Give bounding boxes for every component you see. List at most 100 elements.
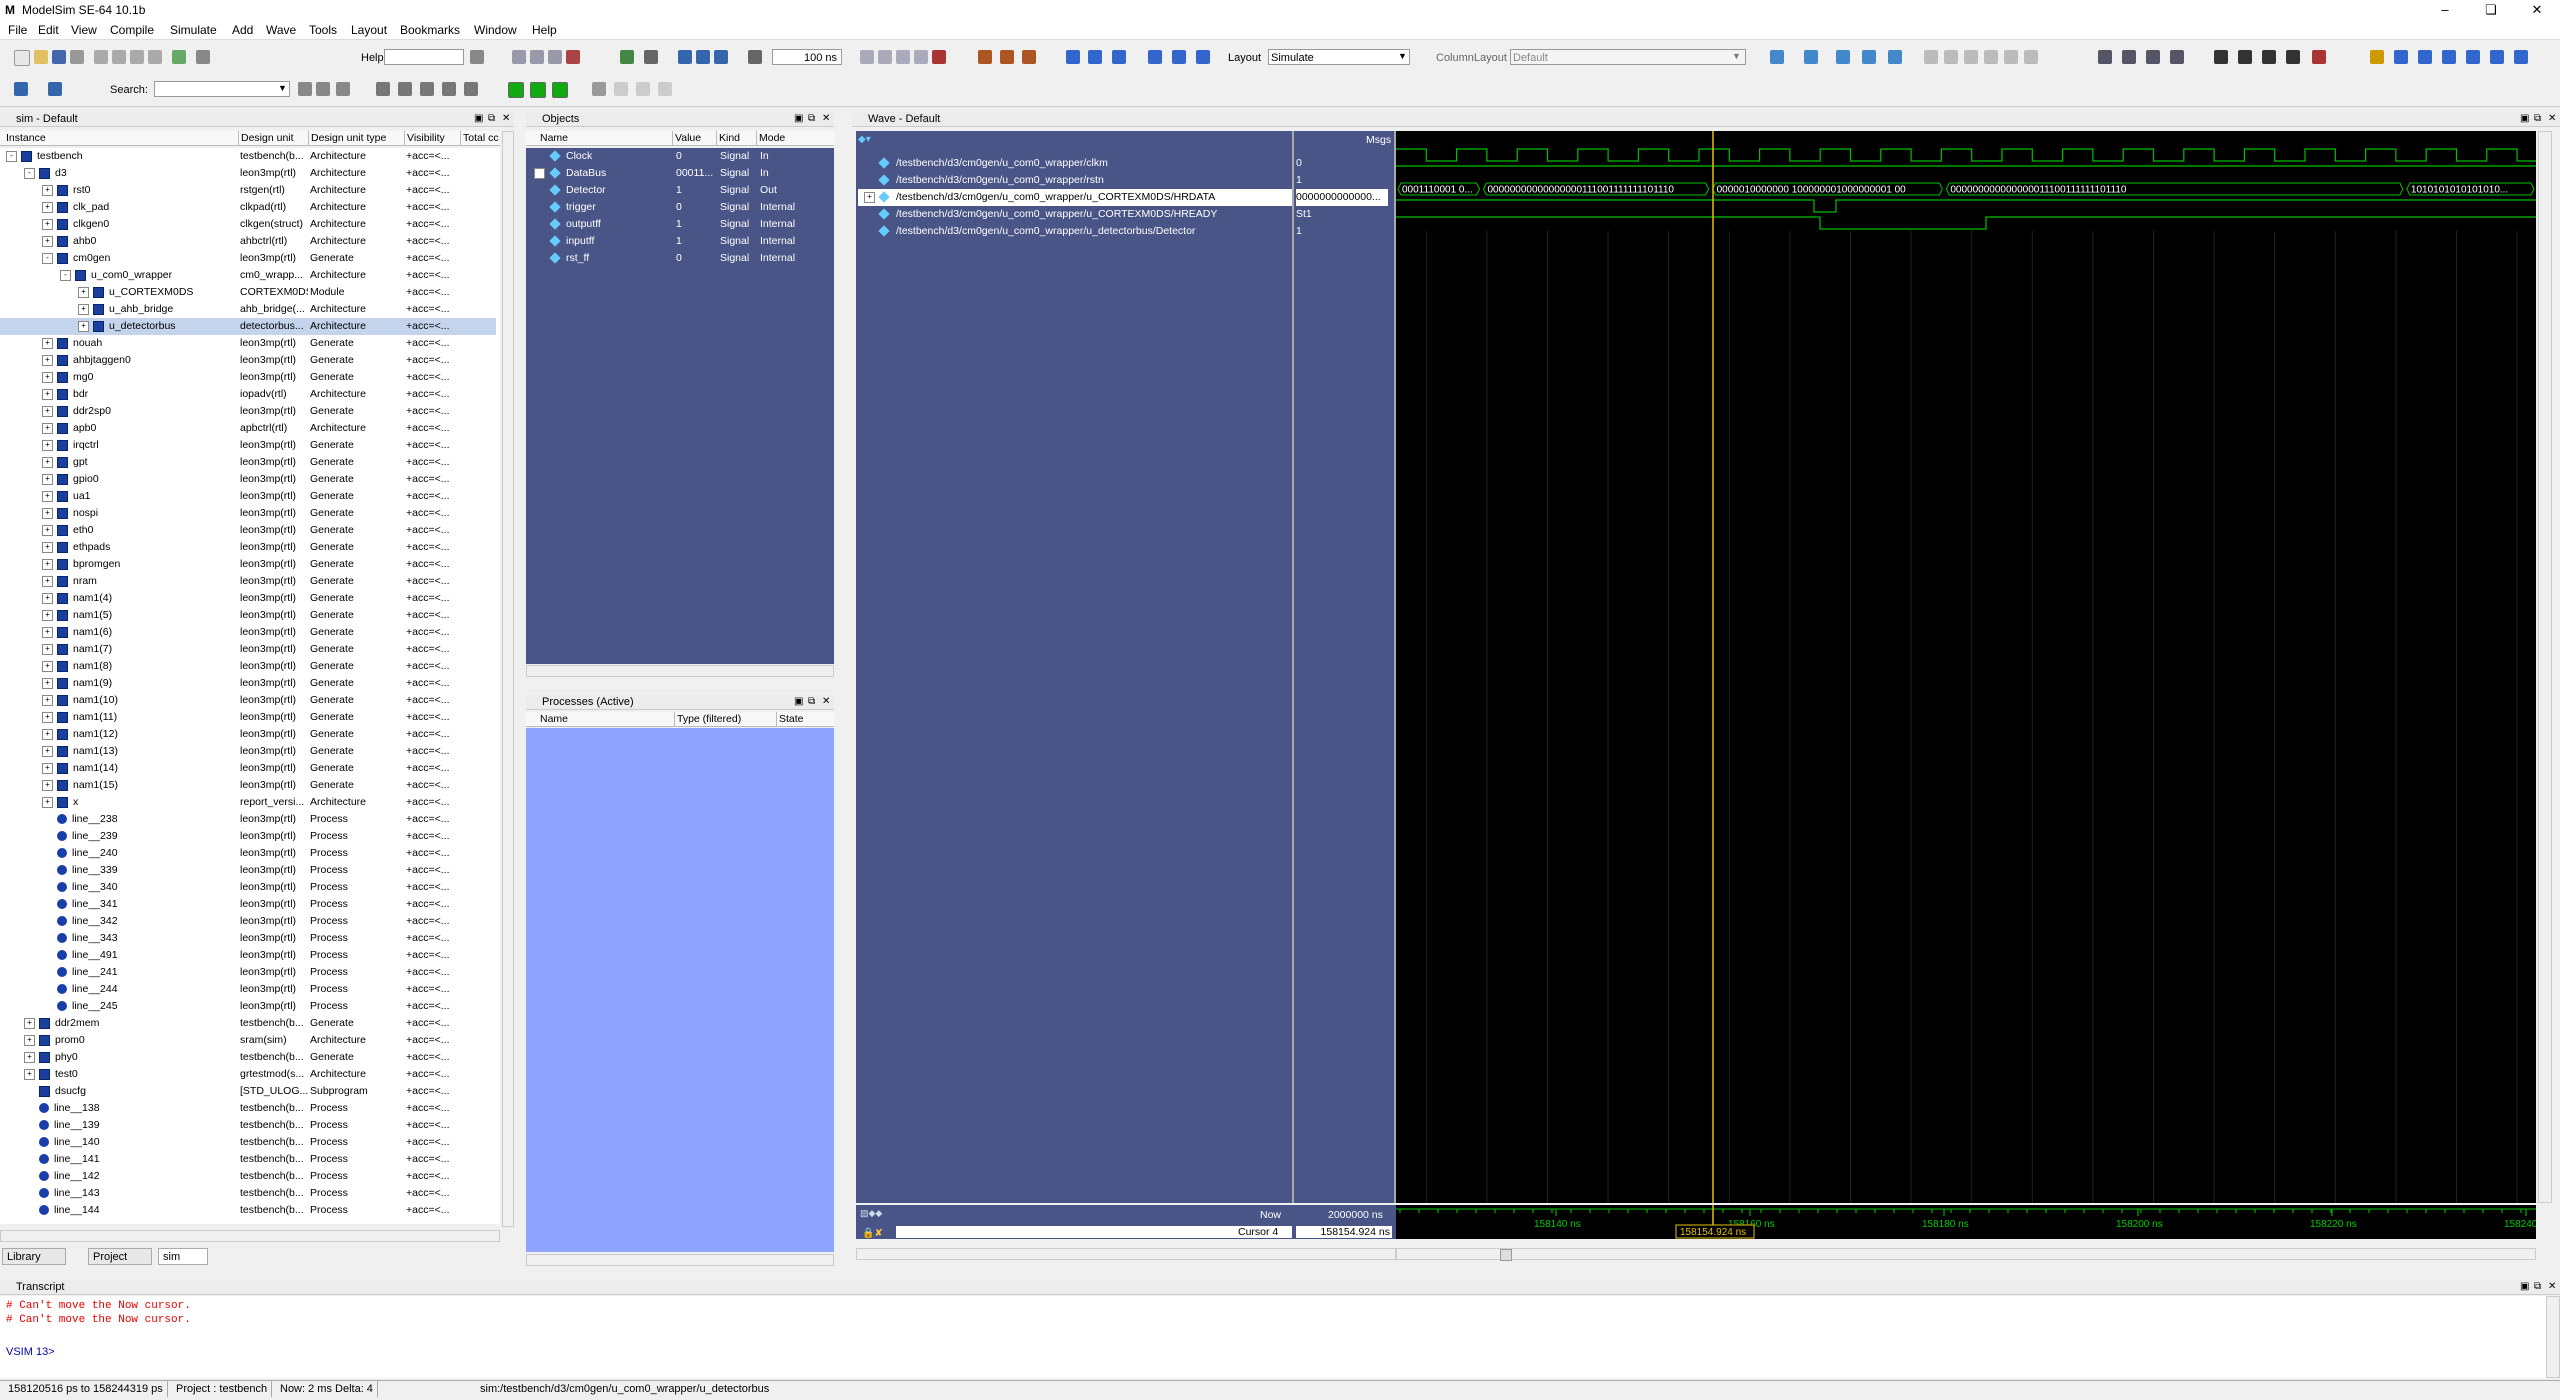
expand-icon[interactable]: +	[534, 167, 545, 179]
sim-tree-row[interactable]: + eth0 leon3mp(rtl) Generate +acc=<...	[0, 522, 496, 539]
paste-icon[interactable]	[130, 50, 144, 64]
sim-tree-row[interactable]: + nam1(11) leon3mp(rtl) Generate +acc=<...	[0, 709, 496, 726]
stop-drawing-icon[interactable]	[2312, 50, 2326, 64]
layout-select[interactable]: Simulate	[1268, 49, 1410, 65]
close-button[interactable]: ✕	[2514, 0, 2560, 20]
col-obj-kind[interactable]: Kind	[716, 131, 755, 145]
menu-wave[interactable]: Wave	[266, 23, 296, 37]
transcript-close-icon[interactable]: ✕	[2548, 1280, 2556, 1294]
help-search-input[interactable]	[384, 49, 464, 65]
sim-tree-row[interactable]: + ddr2mem testbench(b... Generate +acc=<...	[0, 1015, 496, 1032]
expand-icon[interactable]: +	[78, 320, 89, 332]
sim-tree-row[interactable]: + apb0 apbctrl(rtl) Architecture +acc=<...	[0, 420, 496, 437]
select-mode-icon[interactable]	[2214, 50, 2228, 64]
wave-canvas[interactable]: 0001110001 0... 0000000000000000011100111…	[1396, 131, 2549, 1203]
expand-icon[interactable]: +	[42, 218, 53, 230]
edge-falling-icon[interactable]	[2466, 50, 2480, 64]
step-back-icon[interactable]	[48, 82, 62, 96]
expand-icon[interactable]: +	[42, 643, 53, 655]
zoom-out-icon[interactable]	[398, 82, 412, 96]
step-out-icon[interactable]	[1022, 50, 1036, 64]
menu-file[interactable]: File	[8, 23, 27, 37]
transcript-dock-icon[interactable]: ▣	[2520, 1280, 2529, 1294]
col-total-coverage[interactable]: Total cc	[460, 131, 501, 145]
bookmark-6-icon[interactable]	[2024, 50, 2038, 64]
search-go-icon[interactable]	[298, 82, 312, 96]
sim-tree-row[interactable]: + u_ahb_bridge ahb_bridge(... Architecture +…	[0, 301, 496, 318]
sim-tree-row[interactable]: + ua1 leon3mp(rtl) Generate +acc=<...	[0, 488, 496, 505]
sim-tree-row[interactable]: dsucfg [STD_ULOG... Subprogram +acc=<...	[0, 1083, 496, 1100]
wave-signal-row[interactable]: + /testbench/d3/cm0gen/u_com0_wrapper/u_C…	[858, 189, 1292, 206]
sim-tree-row[interactable]: line__138 testbench(b... Process +acc=<...	[0, 1100, 496, 1117]
expand-icon[interactable]: +	[42, 371, 53, 383]
objects-panel-close-icon[interactable]: ✕	[822, 112, 830, 126]
col-design-unit[interactable]: Design unit	[238, 131, 309, 145]
up-instance-icon[interactable]	[1066, 50, 1080, 64]
search-input[interactable]	[154, 81, 290, 97]
wave-format-7-icon[interactable]	[658, 82, 672, 96]
wave-tool-2-icon[interactable]	[1804, 50, 1818, 64]
step-over-icon[interactable]	[1000, 50, 1014, 64]
wave-panel-close-icon[interactable]: ✕	[2548, 112, 2556, 126]
wave-tool-4-icon[interactable]	[1862, 50, 1876, 64]
wave-format-6-icon[interactable]	[636, 82, 650, 96]
step-forward-icon[interactable]	[14, 82, 28, 96]
expand-icon[interactable]: +	[42, 694, 53, 706]
expand-icon[interactable]: +	[42, 201, 53, 213]
processes-panel-undock-icon[interactable]: ⧉	[808, 695, 815, 709]
zoom-mode-icon[interactable]	[2238, 50, 2252, 64]
sim-tree-row[interactable]: - testbench testbench(b... Architecture +acc…	[0, 148, 496, 165]
compile-icon[interactable]	[512, 50, 526, 64]
open-folder-icon[interactable]	[34, 50, 48, 64]
sim-tree-row[interactable]: line__142 testbench(b... Process +acc=<...	[0, 1168, 496, 1185]
zoom-cursor-icon[interactable]	[442, 82, 456, 96]
sim-tree-row[interactable]: + x report_versi... Architecture +acc=<...	[0, 794, 496, 811]
sim-tree-row[interactable]: + test0 grtestmod(s... Architecture +acc=<..…	[0, 1066, 496, 1083]
profile-4-icon[interactable]	[2170, 50, 2184, 64]
sim-tree-row[interactable]: line__339 leon3mp(rtl) Process +acc=<...	[0, 862, 496, 879]
up-arrow-icon[interactable]	[678, 50, 692, 64]
step-into-icon[interactable]	[978, 50, 992, 64]
sim-tree-row[interactable]: line__245 leon3mp(rtl) Process +acc=<...	[0, 998, 496, 1015]
sim-tree-row[interactable]: line__143 testbench(b... Process +acc=<...	[0, 1185, 496, 1202]
pan-mode-icon[interactable]	[2262, 50, 2276, 64]
expand-icon[interactable]: +	[42, 728, 53, 740]
search-next-icon[interactable]	[316, 82, 330, 96]
profile-2-icon[interactable]	[2122, 50, 2136, 64]
transcript-body[interactable]	[0, 1296, 2546, 1378]
transcript-prompt[interactable]: VSIM 13>	[6, 1346, 55, 1358]
restart-icon[interactable]	[748, 50, 762, 64]
expand-icon[interactable]: +	[42, 745, 53, 757]
expand-icon[interactable]: +	[78, 303, 89, 315]
menu-tools[interactable]: Tools	[309, 23, 337, 37]
processes-horizontal-scrollbar[interactable]	[526, 1254, 834, 1266]
expand-icon[interactable]: +	[42, 388, 53, 400]
sim-tree-row[interactable]: + nam1(4) leon3mp(rtl) Generate +acc=<...	[0, 590, 496, 607]
save-icon[interactable]	[52, 50, 66, 64]
sim-tree-row[interactable]: + nouah leon3mp(rtl) Generate +acc=<...	[0, 335, 496, 352]
expand-icon[interactable]: +	[24, 1017, 35, 1029]
wave-panel-undock-icon[interactable]: ⧉	[2534, 112, 2541, 126]
run-icon[interactable]	[860, 50, 874, 64]
sim-tree-row[interactable]: line__342 leon3mp(rtl) Process +acc=<...	[0, 913, 496, 930]
sim-tree-row[interactable]: + u_CORTEXM0DS CORTEXM0DS Module +acc=<...	[0, 284, 496, 301]
sim-tree-row[interactable]: + nam1(12) leon3mp(rtl) Generate +acc=<...	[0, 726, 496, 743]
object-row[interactable]: trigger 0 Signal Internal	[528, 199, 833, 216]
expand-icon[interactable]: +	[42, 524, 53, 536]
object-row[interactable]: Clock 0 Signal In	[528, 148, 833, 165]
transcript-scrollbar[interactable]	[2546, 1296, 2560, 1378]
goto-icon[interactable]	[1196, 50, 1210, 64]
edge-prev-icon[interactable]	[2418, 50, 2432, 64]
undo-icon[interactable]	[148, 50, 162, 64]
object-row[interactable]: rst_ff 0 Signal Internal	[528, 250, 833, 267]
expand-icon[interactable]: +	[42, 609, 53, 621]
collapse-icon[interactable]	[1172, 50, 1186, 64]
sim-tree-row[interactable]: + nam1(14) leon3mp(rtl) Generate +acc=<...	[0, 760, 496, 777]
sim-tree-row[interactable]: + ahb0 ahbctrl(rtl) Architecture +acc=<...	[0, 233, 496, 250]
zoom-full-icon[interactable]	[420, 82, 434, 96]
find-icon[interactable]	[196, 50, 210, 64]
menu-window[interactable]: Window	[474, 23, 517, 37]
menu-bookmarks[interactable]: Bookmarks	[400, 23, 460, 37]
expand-icon[interactable]: +	[24, 1068, 35, 1080]
sim-panel-dock-icon[interactable]: ▣	[474, 112, 483, 126]
